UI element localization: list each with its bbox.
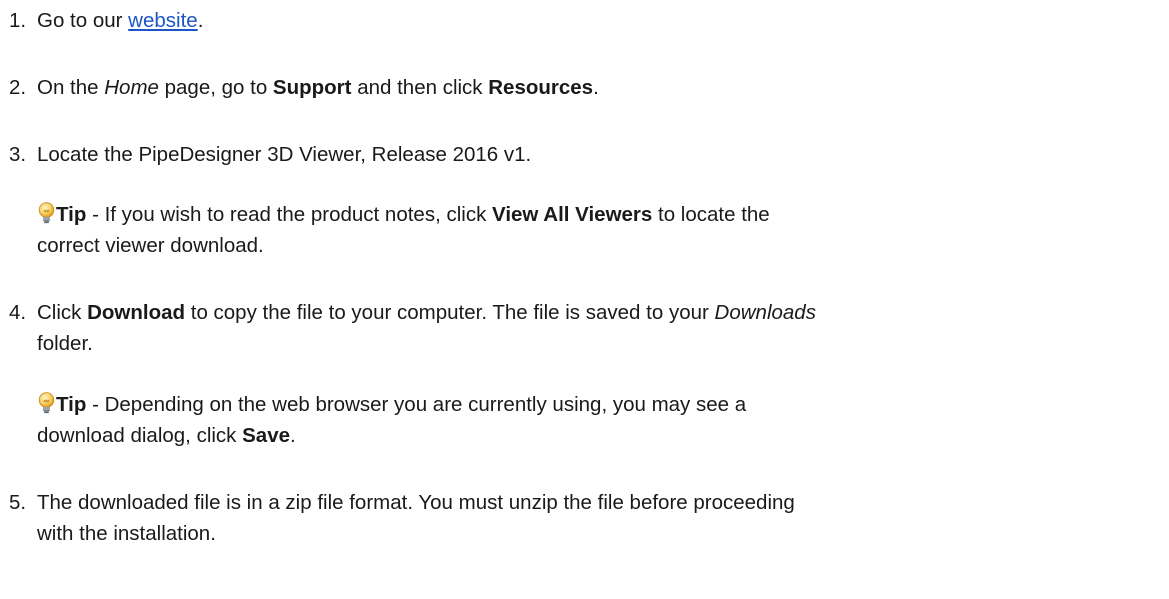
lightbulb-icon <box>38 392 55 414</box>
lightbulb-icon <box>38 202 55 224</box>
tip-1-line-2: correct viewer download. <box>37 234 264 257</box>
step-number: 4. <box>9 301 27 324</box>
tip-2: Tip - Depending on the web browser you a… <box>37 390 746 420</box>
tip-text: - If you wish to read the product notes,… <box>86 203 493 226</box>
tip-text: . <box>290 424 296 447</box>
step-number: 5. <box>9 491 27 514</box>
step-5: 5. The downloaded file is in a zip file f… <box>9 488 1159 518</box>
home-page-term: Home <box>104 76 159 99</box>
step-4-line-2: folder. <box>37 332 93 355</box>
step-text: Locate the PipeDesigner 3D Viewer, Relea… <box>37 143 532 166</box>
step-text: On the <box>37 76 105 99</box>
downloads-folder-term: Downloads <box>714 301 816 324</box>
download-term: Download <box>87 301 186 324</box>
step-text: to copy the file to your computer. The f… <box>185 301 715 324</box>
step-3: 3. Locate the PipeDesigner 3D Viewer, Rel… <box>9 140 1159 170</box>
step-number: 2. <box>9 76 27 99</box>
step-text: Click <box>37 301 88 324</box>
tip-label: Tip <box>56 393 87 416</box>
step-2: 2. On the Home page, go to Support and th… <box>9 73 1159 103</box>
tip-1: Tip - If you wish to read the product no… <box>37 200 770 230</box>
step-number: 3. <box>9 143 27 166</box>
step-text: . <box>197 9 204 32</box>
tip-2-line-2: download dialog, click Save. <box>37 421 296 451</box>
step-4: 4. Click Download to copy the file to you… <box>9 298 1159 328</box>
resources-term: Resources <box>488 76 594 99</box>
save-term: Save <box>242 424 291 447</box>
tip-label: Tip <box>56 203 87 226</box>
tip-text: download dialog, click <box>37 424 243 447</box>
step-text: page, go to <box>158 76 273 99</box>
tip-text: to locate the <box>652 203 770 226</box>
step-number: 1. <box>9 9 27 32</box>
step-5-line-2: with the installation. <box>37 522 216 545</box>
view-all-viewers-term: View All Viewers <box>492 203 653 226</box>
help-document: 1. Go to our website. 2. On the Home page,… <box>0 0 1169 599</box>
step-text: and then click <box>351 76 489 99</box>
website-link[interactable]: website <box>128 9 198 32</box>
step-1: 1. Go to our website. <box>9 6 1159 36</box>
tip-text: - Depending on the web browser you are c… <box>86 393 747 416</box>
step-text: Go to our <box>37 9 129 32</box>
step-text: . <box>593 76 599 99</box>
step-text: The downloaded file is in a zip file for… <box>37 491 795 514</box>
support-term: Support <box>272 76 352 99</box>
